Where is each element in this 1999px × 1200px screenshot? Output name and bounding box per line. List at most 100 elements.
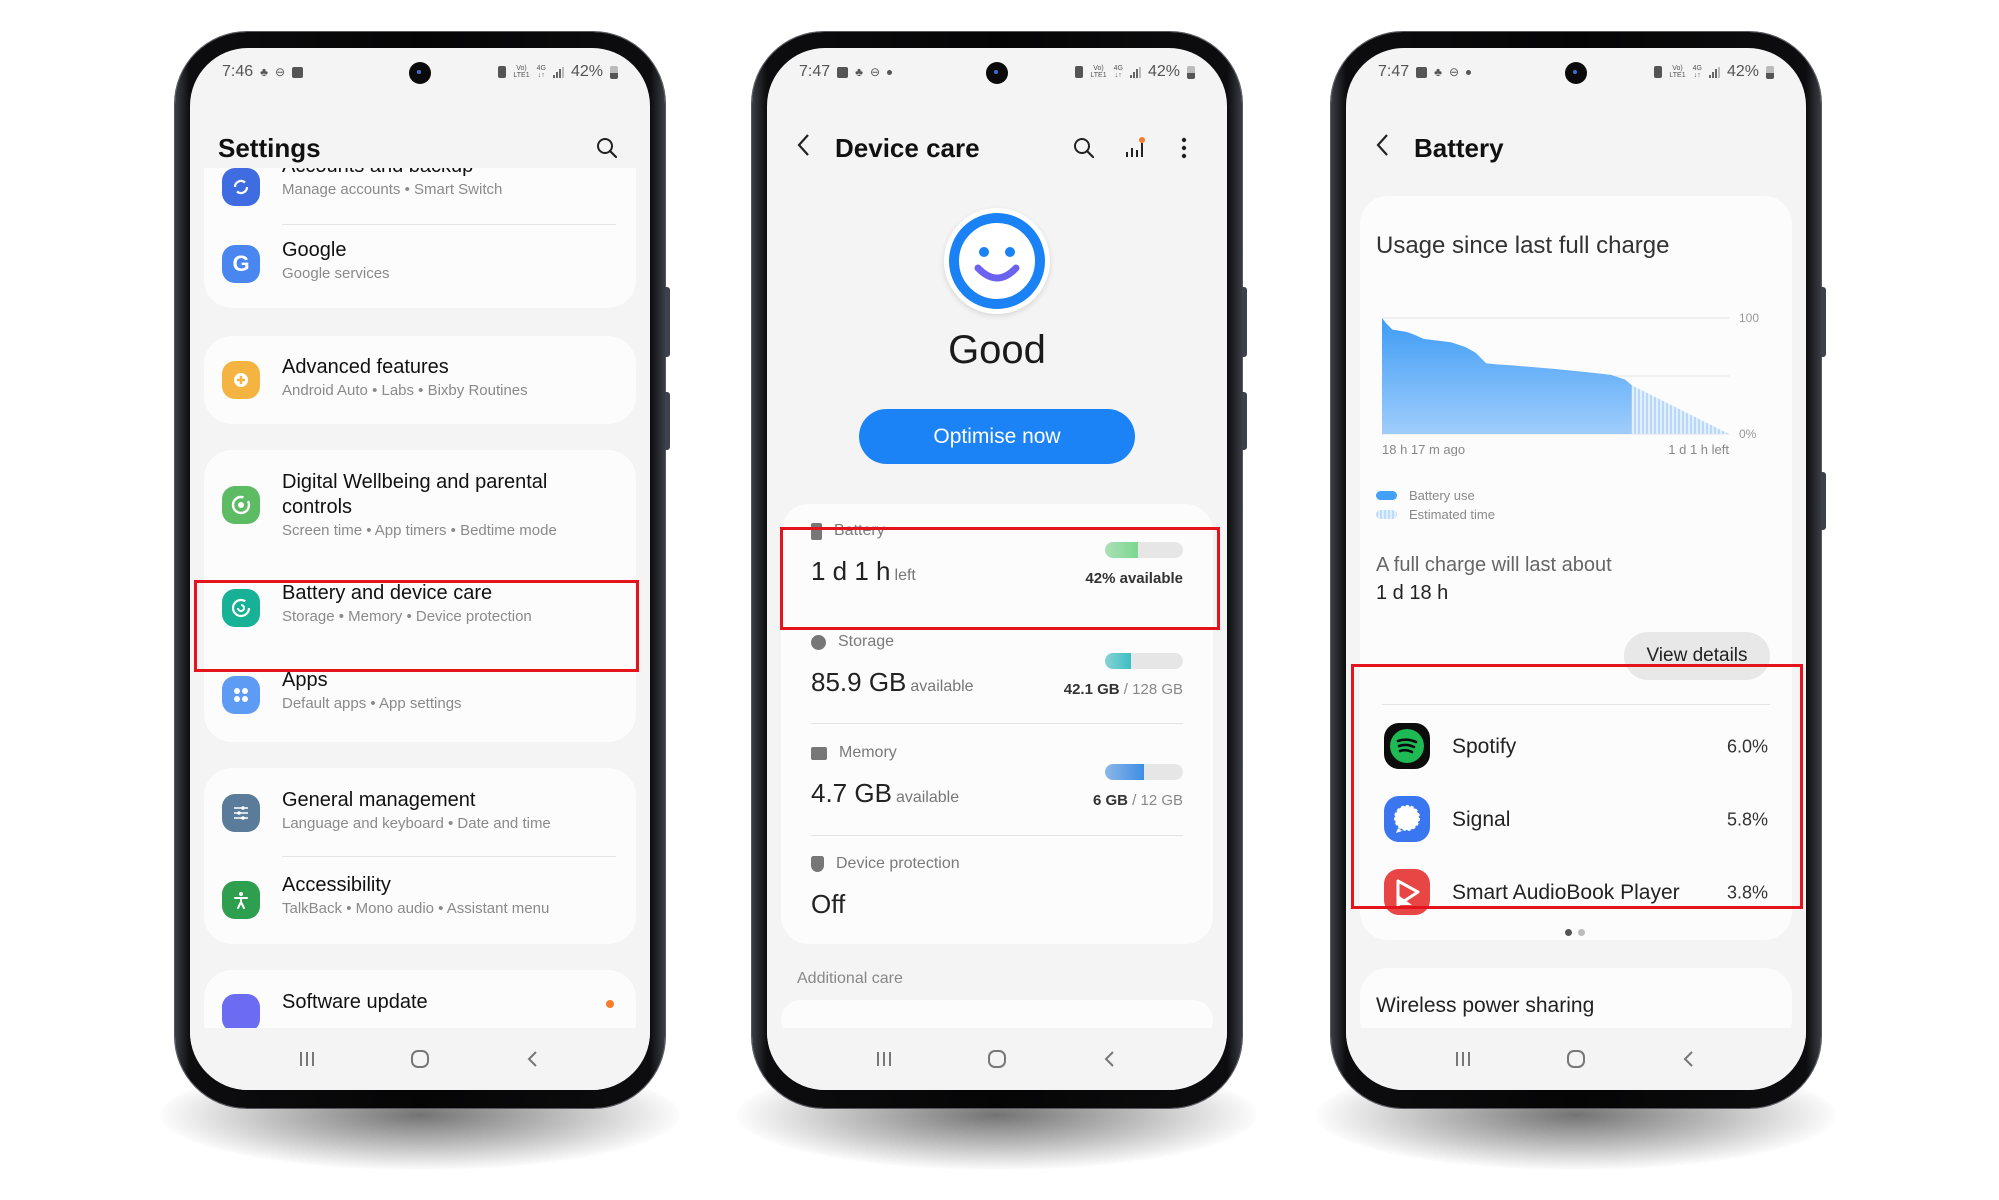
divider xyxy=(811,723,1183,724)
search-button[interactable] xyxy=(1069,133,1099,163)
home-icon xyxy=(1566,1050,1585,1068)
app-usage-row-signal[interactable]: Signal 5.8% xyxy=(1360,784,1792,856)
storage-item[interactable]: Storage 85.9 GB available 42.1 GB / 128 G… xyxy=(781,615,1213,725)
battery-item[interactable]: Battery 1 d 1 h left 42% available xyxy=(781,504,1213,614)
4g-icon: 4G ↓↑ xyxy=(1692,65,1702,79)
search-button[interactable] xyxy=(592,133,622,163)
optimise-now-button[interactable]: Optimise now xyxy=(859,409,1135,464)
y-tick-label-100: 100 xyxy=(1739,311,1759,325)
volume-button xyxy=(665,287,670,357)
settings-item-battery-device-care[interactable]: Battery and device care Storage • Memory… xyxy=(204,565,636,651)
home-button[interactable] xyxy=(977,1044,1017,1074)
app-usage-percent: 5.8% xyxy=(1726,809,1768,830)
back-button[interactable] xyxy=(513,1044,553,1074)
legend-label: Battery use xyxy=(1409,488,1475,503)
battery-usage-card: Usage since last full charge 100 0% 18 h 1… xyxy=(1360,196,1792,940)
usage-heading: Usage since last full charge xyxy=(1376,232,1670,259)
legend-item-battery-use: Battery use xyxy=(1376,486,1495,505)
advanced-features-icon xyxy=(222,361,260,399)
device-protection-item[interactable]: Device protection Off xyxy=(781,837,1213,947)
settings-item-subtitle: Manage accounts • Smart Switch xyxy=(282,181,503,198)
device-protection-value: Off xyxy=(811,889,846,919)
battery-time-left: 1 d 1 h xyxy=(811,556,891,586)
recents-button[interactable] xyxy=(1443,1044,1483,1074)
back-icon xyxy=(527,1051,538,1067)
dnd-icon: ⊖ xyxy=(870,65,881,79)
back-arrow-button[interactable] xyxy=(1374,132,1392,164)
4g-icon: 4G ↓↑ xyxy=(1113,65,1123,79)
signal-bars-icon xyxy=(1708,66,1720,78)
status-bar: 7:46 ♣ ⊖ Vo) LTE1 4G ↓↑ 42% xyxy=(222,60,618,84)
settings-item-subtitle: Language and keyboard • Date and time xyxy=(282,815,551,832)
app-usage-row-smart-audiobook[interactable]: Smart AudioBook Player 3.8% xyxy=(1360,857,1792,929)
storage-progress-bar xyxy=(1105,653,1183,669)
phone-device-care: 7:47 ♣ ⊖ Vo)LTE1 4G↓↑ 42% Device care xyxy=(752,32,1247,1108)
settings-item-title: Digital Wellbeing and parental controls xyxy=(282,471,548,518)
memory-total: / 12 GB xyxy=(1132,792,1183,809)
screen: 7:46 ♣ ⊖ Vo) LTE1 4G ↓↑ 42% Settings Man… xyxy=(190,48,650,1090)
dnd-icon: ⊖ xyxy=(275,65,286,79)
settings-item-advanced-features[interactable]: Advanced features Android Auto • Labs • … xyxy=(204,336,636,424)
back-button[interactable] xyxy=(1669,1044,1709,1074)
bixby-icon: ♣ xyxy=(1434,65,1443,79)
app-usage-row-spotify[interactable]: Spotify 6.0% xyxy=(1360,711,1792,783)
page-indicator[interactable] xyxy=(1565,929,1585,936)
storage-label: Storage xyxy=(838,633,895,650)
back-arrow-icon xyxy=(797,134,809,156)
battery-percent: 42% xyxy=(1147,63,1180,80)
settings-item-subtitle: TalkBack • Mono audio • Assistant menu xyxy=(282,900,550,917)
settings-item-subtitle: Android Auto • Labs • Bixby Routines xyxy=(282,382,528,399)
storage-used: 42.1 GB xyxy=(1063,681,1120,698)
recents-button[interactable] xyxy=(864,1044,904,1074)
x-label-end: 1 d 1 h left xyxy=(1668,442,1729,456)
page-dot xyxy=(1578,929,1585,936)
battery-label: Battery xyxy=(834,522,885,539)
gallery-icon xyxy=(1416,66,1428,78)
back-arrow-button[interactable] xyxy=(795,132,813,164)
battery-use-area xyxy=(1382,318,1632,434)
view-details-button[interactable]: View details xyxy=(1624,632,1770,680)
back-icon xyxy=(1104,1051,1115,1067)
battery-percent: 42% xyxy=(1726,63,1759,80)
google-icon: G xyxy=(222,245,260,283)
general-management-icon xyxy=(222,794,260,832)
full-charge-value: 1 d 18 h xyxy=(1376,582,1449,604)
memory-available-unit: available xyxy=(895,789,960,806)
more-options-button[interactable] xyxy=(1169,133,1199,163)
audiobook-icon xyxy=(1384,869,1430,915)
back-button[interactable] xyxy=(1090,1044,1130,1074)
settings-item-google[interactable]: G Google Google services xyxy=(204,226,636,302)
recents-icon xyxy=(1455,1052,1470,1066)
battery-progress-bar xyxy=(1105,542,1183,558)
apps-icon xyxy=(222,676,260,714)
full-charge-label: A full charge will last about xyxy=(1376,554,1612,576)
memory-available-value: 4.7 GB xyxy=(811,778,892,808)
recents-icon xyxy=(876,1052,891,1066)
settings-item-apps[interactable]: Apps Default apps • App settings xyxy=(204,653,636,739)
settings-item-subtitle: Default apps • App settings xyxy=(282,695,462,712)
diagnostics-button[interactable] xyxy=(1119,133,1149,163)
settings-item-accessibility[interactable]: Accessibility TalkBack • Mono audio • As… xyxy=(204,857,636,943)
legend-label: Estimated time xyxy=(1409,507,1495,522)
home-button[interactable] xyxy=(1556,1044,1596,1074)
memory-used: 6 GB xyxy=(1092,792,1128,809)
settings-item-general-management[interactable]: General management Language and keyboard… xyxy=(204,768,636,856)
memory-progress-bar xyxy=(1105,764,1183,780)
settings-item-subtitle: Storage • Memory • Device protection xyxy=(282,608,532,625)
memory-chip-icon xyxy=(811,746,827,760)
home-button[interactable] xyxy=(400,1044,440,1074)
legend-swatch xyxy=(1376,491,1397,500)
more-vertical-icon xyxy=(1181,137,1187,159)
device-care-card: Battery 1 d 1 h left 42% available Storag… xyxy=(781,504,1213,944)
screen: 7:47 ♣ ⊖ Vo) LTE1 4G ↓↑ 42% Battery Usag… xyxy=(1346,48,1806,1090)
home-icon xyxy=(410,1050,429,1068)
volte-icon: Vo) LTE1 xyxy=(1090,65,1107,79)
app-bar: Battery xyxy=(1346,126,1806,170)
navigation-bar xyxy=(767,1028,1227,1090)
memory-item[interactable]: Memory 4.7 GB available 6 GB / 12 GB xyxy=(781,726,1213,836)
digital-wellbeing-icon xyxy=(222,486,260,524)
notification-dot-icon xyxy=(1466,69,1472,75)
settings-item-digital-wellbeing[interactable]: Digital Wellbeing and parental controls … xyxy=(204,450,636,560)
settings-item-accounts[interactable]: Accounts and backup Manage accounts • Sm… xyxy=(204,168,636,214)
recents-button[interactable] xyxy=(287,1044,327,1074)
